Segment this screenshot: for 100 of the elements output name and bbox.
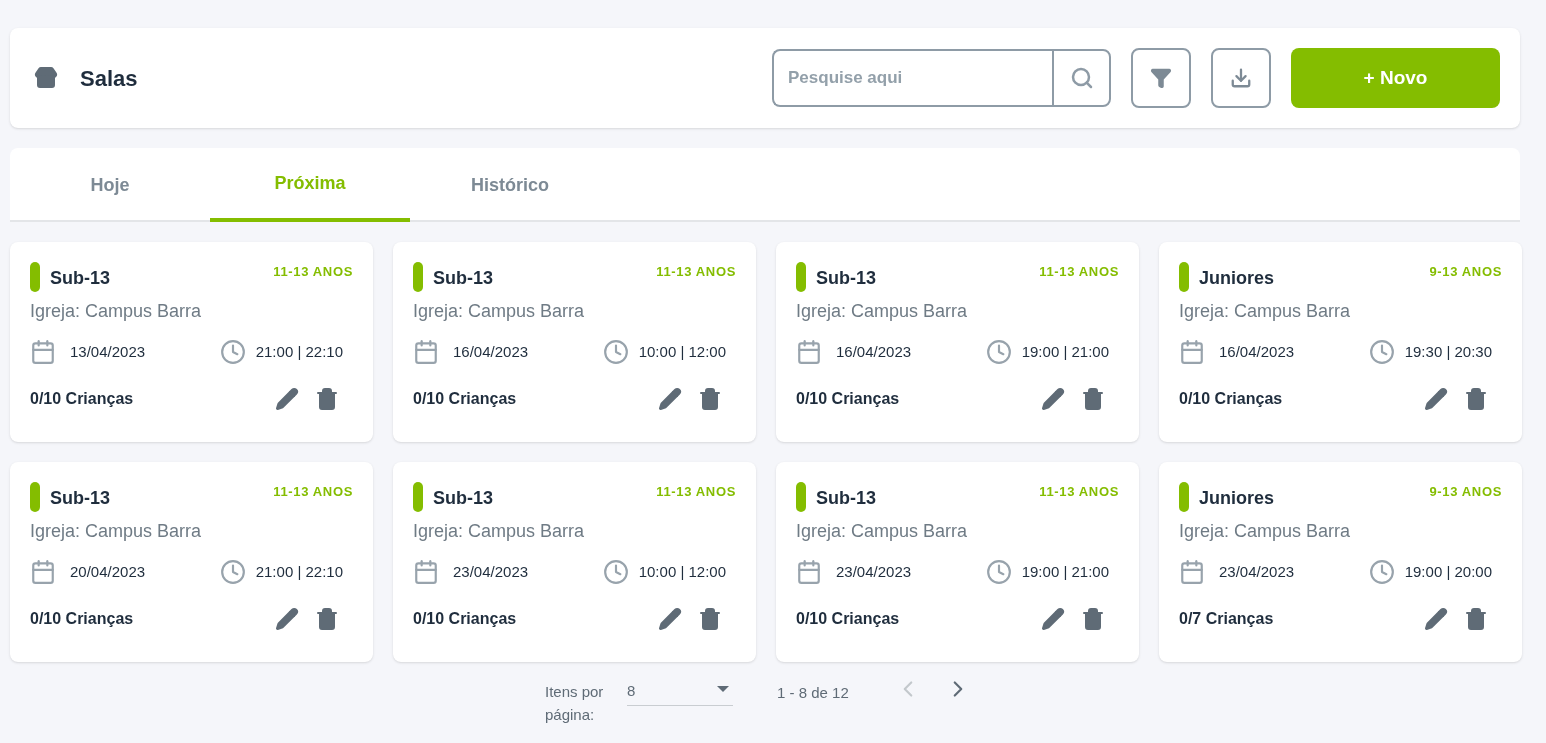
room-card[interactable]: Sub-13 11-13 ANOS Igreja: Campus Barra 16/04/2023 10:00 | 12:00 0/10 Crianças bbox=[393, 242, 756, 442]
room-name: Sub-13 bbox=[50, 267, 110, 290]
church-name: Igreja: Campus Barra bbox=[1179, 520, 1352, 543]
trash-icon bbox=[1081, 607, 1105, 631]
room-time: 19:30 | 20:30 bbox=[1404, 341, 1492, 362]
search-field[interactable]: Pesquise aqui bbox=[772, 49, 1052, 107]
room-date: 23/04/2023 bbox=[836, 561, 912, 582]
clock-icon bbox=[602, 339, 629, 365]
room-card[interactable]: Sub-13 11-13 ANOS Igreja: Campus Barra 13/04/2023 21:00 | 22:10 0/10 Crianças bbox=[10, 242, 373, 442]
age-range: 11-13 ANOS bbox=[273, 263, 353, 281]
children-count: 0/10 Crianças bbox=[30, 389, 134, 409]
edit-button[interactable] bbox=[1424, 387, 1448, 411]
room-name: Sub-13 bbox=[433, 267, 493, 290]
edit-button[interactable] bbox=[658, 387, 682, 411]
status-bar bbox=[413, 482, 423, 512]
room-name: Juniores bbox=[1199, 267, 1275, 290]
filter-button[interactable] bbox=[1131, 48, 1191, 108]
clock-icon bbox=[219, 559, 246, 585]
download-button[interactable] bbox=[1211, 48, 1271, 108]
room-card[interactable]: Sub-13 11-13 ANOS Igreja: Campus Barra 23/04/2023 10:00 | 12:00 0/10 Crianças bbox=[393, 462, 756, 662]
church-name: Igreja: Campus Barra bbox=[1179, 300, 1352, 323]
calendar-icon bbox=[1179, 559, 1205, 585]
tab[interactable]: Histórico bbox=[410, 148, 610, 222]
edit-button[interactable] bbox=[275, 387, 299, 411]
status-bar bbox=[1179, 482, 1189, 512]
pencil-icon bbox=[275, 387, 299, 411]
calendar-icon bbox=[1179, 339, 1205, 365]
room-time: 10:00 | 12:00 bbox=[638, 561, 726, 582]
status-bar bbox=[30, 262, 40, 292]
church-name: Igreja: Campus Barra bbox=[796, 520, 969, 543]
children-count: 0/10 Crianças bbox=[796, 609, 900, 629]
room-card[interactable]: Sub-13 11-13 ANOS Igreja: Campus Barra 23/04/2023 19:00 | 21:00 0/10 Crianças bbox=[776, 462, 1139, 662]
room-time: 10:00 | 12:00 bbox=[638, 341, 726, 362]
pencil-icon bbox=[658, 387, 682, 411]
pencil-icon bbox=[275, 607, 299, 631]
clock-icon bbox=[985, 559, 1012, 585]
room-date: 13/04/2023 bbox=[70, 341, 146, 362]
children-count: 0/7 Crianças bbox=[1179, 609, 1274, 629]
page-range: 1 - 8 de 12 bbox=[777, 683, 849, 703]
room-name: Juniores bbox=[1199, 487, 1275, 510]
children-count: 0/10 Crianças bbox=[30, 609, 134, 629]
edit-button[interactable] bbox=[1041, 607, 1065, 631]
delete-button[interactable] bbox=[698, 387, 722, 411]
calendar-icon bbox=[796, 559, 822, 585]
room-time: 21:00 | 22:10 bbox=[255, 341, 343, 362]
delete-button[interactable] bbox=[1464, 607, 1488, 631]
search-icon bbox=[1069, 66, 1094, 90]
edit-button[interactable] bbox=[1041, 387, 1065, 411]
delete-button[interactable] bbox=[315, 387, 339, 411]
edit-button[interactable] bbox=[1424, 607, 1448, 631]
clock-icon bbox=[985, 339, 1012, 365]
page-title: Salas bbox=[80, 64, 138, 93]
clock-icon bbox=[1368, 559, 1395, 585]
search-button[interactable] bbox=[1052, 49, 1111, 107]
status-bar bbox=[413, 262, 423, 292]
delete-button[interactable] bbox=[698, 607, 722, 631]
room-card[interactable]: Sub-13 11-13 ANOS Igreja: Campus Barra 20/04/2023 21:00 | 22:10 0/10 Crianças bbox=[10, 462, 373, 662]
room-time: 21:00 | 22:10 bbox=[255, 561, 343, 582]
church-name: Igreja: Campus Barra bbox=[413, 300, 586, 323]
status-bar bbox=[30, 482, 40, 512]
clock-icon bbox=[219, 339, 246, 365]
room-card[interactable]: Juniores 9-13 ANOS Igreja: Campus Barra 16/04/2023 19:30 | 20:30 0/10 Crianças bbox=[1159, 242, 1522, 442]
pencil-icon bbox=[658, 607, 682, 631]
trash-icon bbox=[698, 607, 722, 631]
room-time: 19:00 | 21:00 bbox=[1021, 341, 1109, 362]
room-card[interactable]: Sub-13 11-13 ANOS Igreja: Campus Barra 16/04/2023 19:00 | 21:00 0/10 Crianças bbox=[776, 242, 1139, 442]
pencil-icon bbox=[1424, 387, 1448, 411]
pencil-icon bbox=[1424, 607, 1448, 631]
room-name: Sub-13 bbox=[816, 267, 876, 290]
children-count: 0/10 Crianças bbox=[1179, 389, 1283, 409]
room-date: 16/04/2023 bbox=[1219, 341, 1295, 362]
dropdown-icon bbox=[717, 686, 729, 692]
store-icon bbox=[34, 66, 58, 90]
room-date: 23/04/2023 bbox=[453, 561, 529, 582]
room-time: 19:00 | 21:00 bbox=[1021, 561, 1109, 582]
edit-button[interactable] bbox=[275, 607, 299, 631]
edit-button[interactable] bbox=[658, 607, 682, 631]
delete-button[interactable] bbox=[1081, 607, 1105, 631]
calendar-icon bbox=[796, 339, 822, 365]
tab[interactable]: Hoje bbox=[10, 148, 210, 222]
delete-button[interactable] bbox=[1464, 387, 1488, 411]
items-per-page-label: Itens por página: bbox=[545, 682, 605, 725]
clock-icon bbox=[602, 559, 629, 585]
children-count: 0/10 Crianças bbox=[413, 609, 517, 629]
trash-icon bbox=[315, 607, 339, 631]
room-name: Sub-13 bbox=[50, 487, 110, 510]
room-name: Sub-13 bbox=[816, 487, 876, 510]
children-count: 0/10 Crianças bbox=[796, 389, 900, 409]
pencil-icon bbox=[1041, 387, 1065, 411]
status-bar bbox=[1179, 262, 1189, 292]
page-size-select[interactable]: 8 bbox=[627, 680, 733, 706]
room-card[interactable]: Juniores 9-13 ANOS Igreja: Campus Barra 23/04/2023 19:00 | 20:00 0/7 Crianças bbox=[1159, 462, 1522, 662]
delete-button[interactable] bbox=[315, 607, 339, 631]
age-range: 9-13 ANOS bbox=[1429, 483, 1502, 501]
age-range: 11-13 ANOS bbox=[656, 483, 736, 501]
room-name: Sub-13 bbox=[433, 487, 493, 510]
delete-button[interactable] bbox=[1081, 387, 1105, 411]
church-name: Igreja: Campus Barra bbox=[413, 520, 586, 543]
room-time: 19:00 | 20:00 bbox=[1404, 561, 1492, 582]
children-count: 0/10 Crianças bbox=[413, 389, 517, 409]
